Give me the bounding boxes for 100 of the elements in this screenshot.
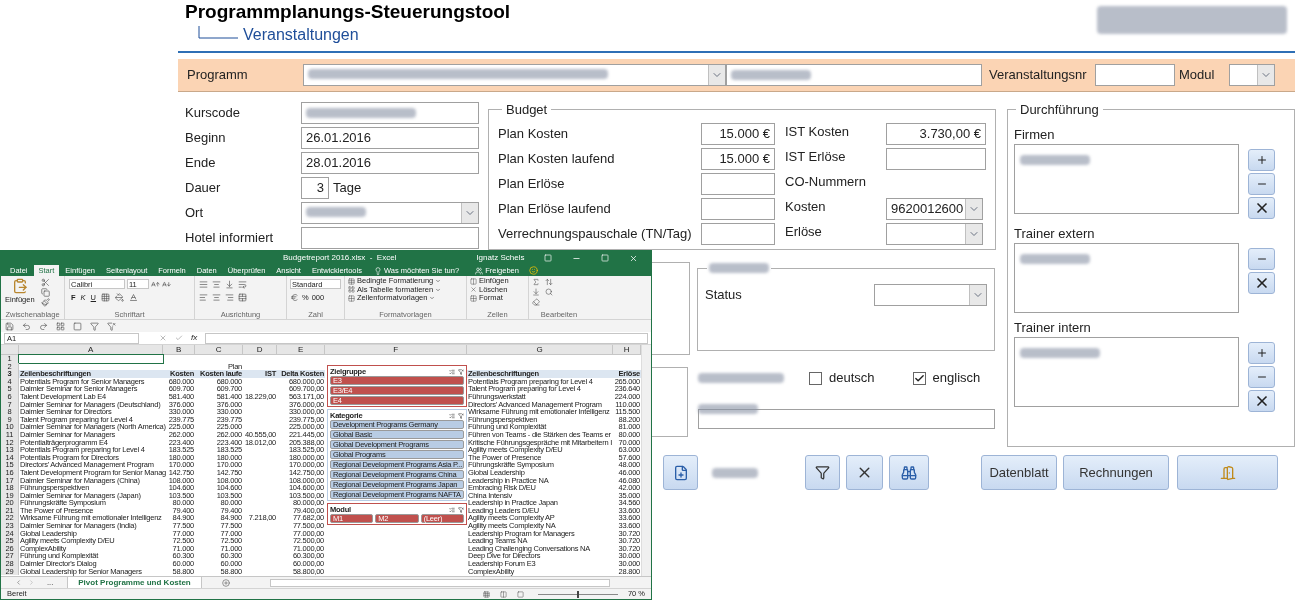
search-icon[interactable] bbox=[545, 288, 553, 296]
merge-icon[interactable] bbox=[238, 293, 247, 302]
checkbox[interactable] bbox=[809, 371, 822, 385]
input-field[interactable]: 3 bbox=[301, 176, 329, 199]
wrap-text-icon[interactable] bbox=[238, 280, 247, 289]
cells-icon[interactable] bbox=[470, 277, 477, 285]
redo-icon[interactable] bbox=[39, 321, 48, 331]
brush-icon[interactable] bbox=[40, 298, 50, 307]
undo-icon[interactable] bbox=[22, 321, 31, 331]
input-field[interactable] bbox=[301, 226, 479, 249]
column-header[interactable]: E bbox=[277, 345, 325, 354]
fill-down-icon[interactable] bbox=[532, 288, 540, 296]
add-button[interactable] bbox=[1248, 341, 1275, 364]
clear-button[interactable] bbox=[846, 455, 883, 490]
ribbon-display-icon[interactable] bbox=[544, 254, 553, 262]
column-header[interactable]: F bbox=[325, 345, 467, 354]
delete-button[interactable] bbox=[1248, 389, 1275, 412]
sort-icon[interactable] bbox=[545, 278, 553, 286]
add-sheet-icon[interactable] bbox=[221, 578, 230, 587]
fill-icon[interactable] bbox=[115, 293, 125, 303]
multi-select-icon[interactable] bbox=[449, 412, 455, 419]
eraser-icon[interactable] bbox=[532, 298, 540, 306]
clear-filter-icon[interactable] bbox=[458, 506, 464, 513]
add-button[interactable] bbox=[1248, 148, 1275, 171]
previous-sheet-icon[interactable] bbox=[15, 579, 22, 586]
checkbox[interactable] bbox=[912, 371, 926, 385]
border-icon[interactable] bbox=[101, 293, 111, 303]
scissors-icon[interactable] bbox=[40, 278, 50, 287]
dropdown-field[interactable] bbox=[886, 223, 983, 245]
style-icon[interactable] bbox=[348, 294, 355, 302]
confirm-icon[interactable] bbox=[175, 334, 183, 342]
input-field[interactable]: 15.000 € bbox=[701, 148, 775, 170]
input-field[interactable]: 3.730,00 € bbox=[886, 123, 986, 145]
align-bottom-icon[interactable] bbox=[225, 280, 234, 289]
filter-button[interactable] bbox=[805, 455, 840, 490]
dropdown-field[interactable] bbox=[301, 201, 479, 224]
input-field[interactable] bbox=[701, 198, 775, 220]
column-header[interactable]: B bbox=[163, 345, 195, 354]
maximize-icon[interactable] bbox=[601, 254, 610, 262]
currency-icon[interactable] bbox=[290, 293, 299, 303]
column-header[interactable]: G bbox=[467, 345, 613, 354]
zoom-slider-thumb[interactable] bbox=[576, 590, 579, 598]
multi-select-icon[interactable] bbox=[449, 506, 455, 513]
page-layout-icon[interactable] bbox=[499, 590, 507, 598]
delete-button[interactable] bbox=[1248, 196, 1275, 219]
input-field[interactable] bbox=[701, 223, 775, 245]
clear-filter-icon[interactable] bbox=[107, 321, 116, 331]
page-break-icon[interactable] bbox=[516, 590, 524, 598]
multi-select-icon[interactable] bbox=[449, 368, 455, 375]
input-field[interactable]: 28.01.2016 bbox=[301, 151, 479, 174]
vertical-scrollbar[interactable] bbox=[641, 345, 651, 576]
grow-font-icon[interactable] bbox=[151, 279, 160, 289]
style-icon[interactable] bbox=[348, 286, 355, 294]
sum-icon[interactable] bbox=[532, 278, 540, 286]
exit-button[interactable] bbox=[1177, 455, 1278, 490]
sheet-tab[interactable]: Pivot Programme und Kosten bbox=[67, 576, 202, 589]
input-field[interactable] bbox=[1095, 64, 1175, 86]
column-header[interactable]: A bbox=[19, 345, 163, 354]
cells-icon[interactable] bbox=[470, 294, 477, 302]
align-left-icon[interactable] bbox=[199, 293, 208, 302]
input-field[interactable] bbox=[701, 173, 775, 195]
close-icon[interactable] bbox=[629, 253, 639, 263]
font-color-icon[interactable] bbox=[129, 293, 139, 303]
smiley-icon[interactable] bbox=[528, 266, 538, 275]
align-center-icon[interactable] bbox=[212, 293, 221, 302]
clear-filter-icon[interactable] bbox=[458, 412, 464, 419]
column-header[interactable]: D bbox=[243, 345, 277, 354]
horizontal-scrollbar[interactable] bbox=[269, 578, 610, 587]
action-button[interactable]: Rechnungen bbox=[1063, 455, 1169, 490]
input-field[interactable]: 26.01.2016 bbox=[301, 126, 479, 149]
dropdown-field[interactable] bbox=[303, 64, 726, 86]
column-header[interactable]: C bbox=[195, 345, 243, 354]
input-field[interactable] bbox=[726, 64, 982, 86]
input-field[interactable] bbox=[886, 148, 986, 170]
save-icon[interactable] bbox=[5, 321, 14, 331]
filter-icon[interactable] bbox=[90, 321, 99, 331]
list-box[interactable] bbox=[1014, 242, 1239, 313]
list-box[interactable] bbox=[1014, 336, 1239, 407]
normal-view-icon[interactable] bbox=[482, 590, 490, 598]
cells-icon[interactable] bbox=[470, 286, 477, 294]
input-field[interactable]: 15.000 € bbox=[701, 123, 775, 145]
find-button[interactable] bbox=[889, 455, 929, 490]
function-button[interactable]: fx bbox=[191, 332, 198, 344]
new-record-button[interactable] bbox=[663, 455, 698, 490]
style-icon[interactable] bbox=[348, 277, 355, 285]
align-middle-icon[interactable] bbox=[212, 280, 221, 289]
copy-icon[interactable] bbox=[40, 288, 50, 297]
cancel-icon[interactable] bbox=[159, 334, 167, 342]
clear-filter-icon[interactable] bbox=[458, 368, 464, 375]
align-right-icon[interactable] bbox=[225, 293, 234, 302]
dropdown-field[interactable]: 9620012600 bbox=[886, 198, 983, 220]
cell-cursor[interactable] bbox=[19, 355, 163, 363]
shrink-font-icon[interactable] bbox=[162, 279, 171, 289]
align-top-icon[interactable] bbox=[199, 280, 208, 289]
action-button[interactable]: Datenblatt bbox=[981, 455, 1057, 490]
dropdown-field[interactable] bbox=[1229, 64, 1275, 86]
input-field[interactable] bbox=[301, 101, 479, 124]
dropdown-field[interactable] bbox=[874, 284, 987, 306]
input-field[interactable] bbox=[698, 409, 995, 429]
list-box[interactable] bbox=[1014, 143, 1239, 214]
